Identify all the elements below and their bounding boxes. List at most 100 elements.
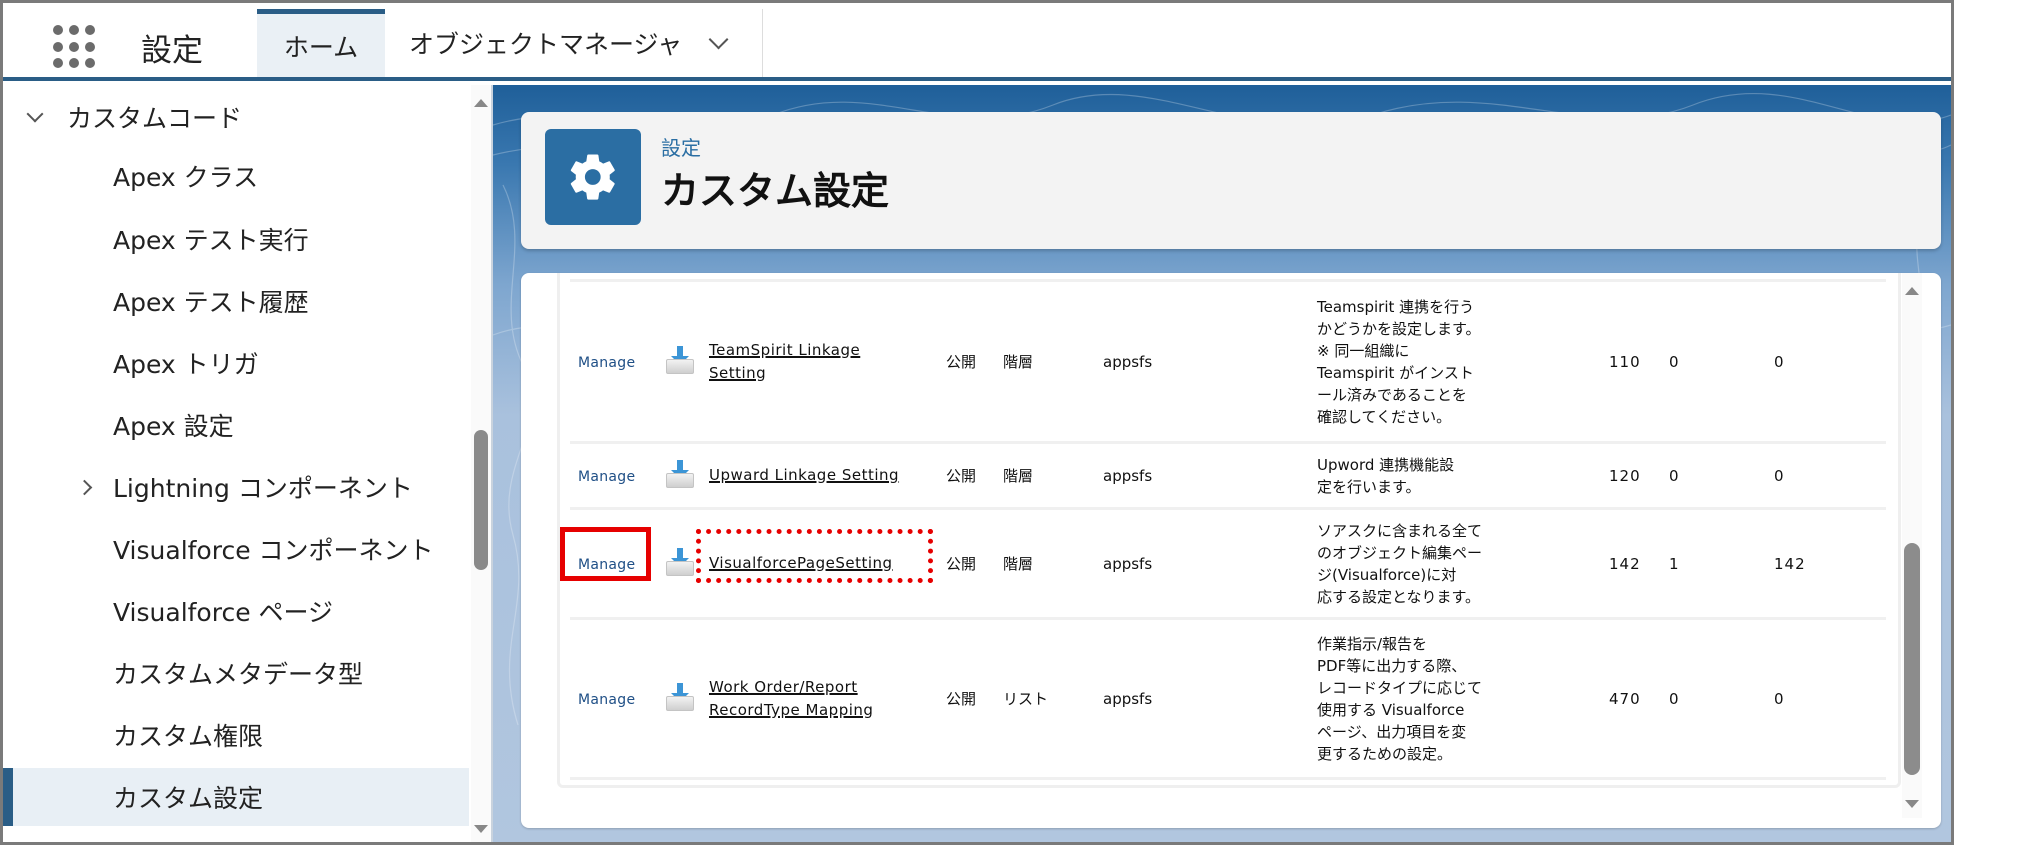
sidebar-item-visualforce-pages[interactable]: Visualforce ページ xyxy=(3,582,469,640)
sidebar-item-label: Apex テスト実行 xyxy=(113,226,309,255)
manage-link[interactable]: Manage xyxy=(578,692,635,708)
description-line: PDF等に出力する際、 xyxy=(1317,656,1467,675)
sidebar-item-label: Apex クラス xyxy=(113,163,259,192)
description-line: ール済みであることを xyxy=(1317,385,1467,404)
download-icon xyxy=(665,547,695,577)
manage-link[interactable]: Manage xyxy=(578,355,635,371)
page-title: カスタム設定 xyxy=(661,169,890,213)
numeric-cell-1: 470 xyxy=(1609,689,1641,708)
sidebar-item-apex-test-execution[interactable]: Apex テスト実行 xyxy=(3,210,469,268)
breadcrumb[interactable]: 設定 xyxy=(661,132,701,161)
sidebar-scrollbar[interactable] xyxy=(471,85,491,842)
description-line: Teamspirit 連携を行う xyxy=(1317,297,1475,316)
namespace-cell: appsfs xyxy=(1103,466,1153,485)
description-line: 作業指示/報告を xyxy=(1317,634,1428,653)
description-line: 確認してください。 xyxy=(1317,407,1452,426)
sidebar-item-custom-metadata-types[interactable]: カスタムメタデータ型 xyxy=(3,644,469,702)
description-line: ページ、出力項目を変 xyxy=(1317,722,1467,741)
numeric-cell-1: 120 xyxy=(1609,466,1641,485)
chevron-down-icon[interactable] xyxy=(708,29,729,50)
tab-object-manager-label: オブジェクトマネージャ xyxy=(409,30,683,59)
label-line: Setting xyxy=(709,363,767,382)
sidebar-item-label: カスタムメタデータ型 xyxy=(113,660,364,689)
label-line: TeamSpirit Linkage xyxy=(709,340,861,359)
download-icon xyxy=(665,345,695,375)
type-cell: 階層 xyxy=(1003,555,1034,573)
gear-icon xyxy=(545,129,641,225)
description-line: かどうかを設定します。 xyxy=(1317,319,1481,338)
description-line: ソアスクに含まれる全て xyxy=(1317,521,1483,540)
setting-label-link[interactable]: Upward Linkage Setting xyxy=(709,466,899,484)
app-launcher-waffle-icon[interactable] xyxy=(53,25,97,69)
sidebar-item-apex-test-history[interactable]: Apex テスト履歴 xyxy=(3,272,469,330)
sidebar-item-label: Apex トリガ xyxy=(113,350,259,379)
description-cell: 作業指示/報告を PDF等に出力する際、 レコードタイプに応じて 使用する Vi… xyxy=(1317,619,1609,779)
numeric-cell-3: 142 xyxy=(1774,554,1806,573)
visibility-cell: 公開 xyxy=(946,353,977,371)
description-line: レコードタイプに応じて xyxy=(1317,678,1483,697)
sidebar-item-custom-settings[interactable]: カスタム設定 xyxy=(3,768,469,826)
description-line: ※ 同一組織に xyxy=(1317,341,1410,360)
namespace-cell: appsfs xyxy=(1103,554,1153,573)
sidebar-item-label: Lightning コンポーネント xyxy=(113,474,413,503)
sidebar-item-label: カスタム権限 xyxy=(113,722,264,751)
tab-home-label: ホーム xyxy=(283,32,359,62)
scroll-up-arrow-icon[interactable] xyxy=(1905,287,1919,295)
namespace-cell: appsfs xyxy=(1103,352,1153,371)
sidebar-item-visualforce-components[interactable]: Visualforce コンポーネント xyxy=(3,520,469,578)
sidebar-item-custom-permissions[interactable]: カスタム権限 xyxy=(3,706,469,764)
description-line: ジ(Visualforce)に対 xyxy=(1317,565,1457,584)
type-cell: 階層 xyxy=(1003,353,1034,371)
numeric-cell-2: 0 xyxy=(1669,352,1679,371)
sidebar-scrollbar-thumb[interactable] xyxy=(474,430,488,570)
label-line: RecordType Mapping xyxy=(709,700,874,719)
sidebar-group-custom-code[interactable]: カスタムコード xyxy=(26,99,243,135)
sidebar-group-label: カスタムコード xyxy=(67,104,243,133)
description-line: Teamspirit がインスト xyxy=(1317,363,1474,382)
table-scrollbar-thumb[interactable] xyxy=(1904,543,1920,775)
table-scrollbar[interactable] xyxy=(1902,273,1922,818)
table-row: Manage Work Order/Report RecordType Mapp… xyxy=(570,618,1886,779)
setting-label-link[interactable]: Work Order/Report RecordType Mapping xyxy=(709,678,873,719)
sidebar-item-apex-triggers[interactable]: Apex トリガ xyxy=(3,334,469,392)
numeric-cell-2: 1 xyxy=(1669,554,1679,573)
sidebar-item-label: Apex テスト履歴 xyxy=(113,288,309,317)
download-icon xyxy=(665,459,695,489)
numeric-cell-3: 0 xyxy=(1774,689,1785,708)
setting-label-link[interactable]: TeamSpirit Linkage Setting xyxy=(709,341,860,382)
manage-link[interactable]: Manage xyxy=(578,469,635,485)
description-cell: ソアスクに含まれる全て のオブジェクト編集ペー ジ(Visualforce)に対… xyxy=(1317,509,1609,619)
sidebar-item-apex-classes[interactable]: Apex クラス xyxy=(3,147,469,205)
window-frame: 設定 ホーム オブジェクトマネージャ カスタムコード Apex クラス Apex… xyxy=(0,0,1954,845)
tab-home[interactable]: ホーム xyxy=(257,9,385,77)
chevron-down-icon[interactable] xyxy=(26,105,44,123)
description-line: 使用する Visualforce xyxy=(1317,700,1465,719)
numeric-cell-3: 0 xyxy=(1774,352,1785,371)
table-row: Manage Upward Linkage Setting 公開 階層 apps… xyxy=(570,442,1886,509)
numeric-cell-1: 110 xyxy=(1609,352,1641,371)
numeric-cell-3: 0 xyxy=(1774,466,1785,485)
namespace-cell: appsfs xyxy=(1103,689,1153,708)
sidebar-item-apex-settings[interactable]: Apex 設定 xyxy=(3,396,469,454)
description-line: 応する設定となります。 xyxy=(1317,587,1481,606)
manage-link-highlighted[interactable]: Manage xyxy=(578,557,635,573)
numeric-cell-2: 0 xyxy=(1669,466,1679,485)
description-cell: Upword 連携機能設 定を行います。 xyxy=(1317,443,1609,509)
scroll-up-arrow-icon[interactable] xyxy=(474,99,488,107)
sidebar-item-label: Apex 設定 xyxy=(113,412,234,441)
description-cell: Teamspirit 連携を行う かどうかを設定します。 ※ 同一組織に Tea… xyxy=(1317,281,1609,443)
description-line: Upword 連携機能設 xyxy=(1317,455,1455,474)
scroll-down-arrow-icon[interactable] xyxy=(1905,800,1919,808)
type-cell: 階層 xyxy=(1003,467,1034,485)
scroll-down-arrow-icon[interactable] xyxy=(474,825,488,833)
sidebar-item-lightning-components[interactable]: Lightning コンポーネント xyxy=(3,458,469,516)
setting-label-link-highlighted[interactable]: VisualforcePageSetting xyxy=(709,554,893,572)
custom-settings-table: Manage TeamSpirit Linkage Setting 公開 階層 … xyxy=(570,279,1886,780)
tab-object-manager[interactable]: オブジェクトマネージャ xyxy=(387,9,763,77)
main-content: 設定 カスタム設定 Manage TeamSpirit Linkage Sett… xyxy=(493,85,1951,842)
setup-sidebar: カスタムコード Apex クラス Apex テスト実行 Apex テスト履歴 A… xyxy=(3,85,493,842)
page-header: 設定 カスタム設定 xyxy=(521,112,1941,249)
app-name: 設定 xyxy=(141,33,203,69)
numeric-cell-2: 0 xyxy=(1669,689,1679,708)
chevron-right-icon[interactable] xyxy=(76,479,93,496)
